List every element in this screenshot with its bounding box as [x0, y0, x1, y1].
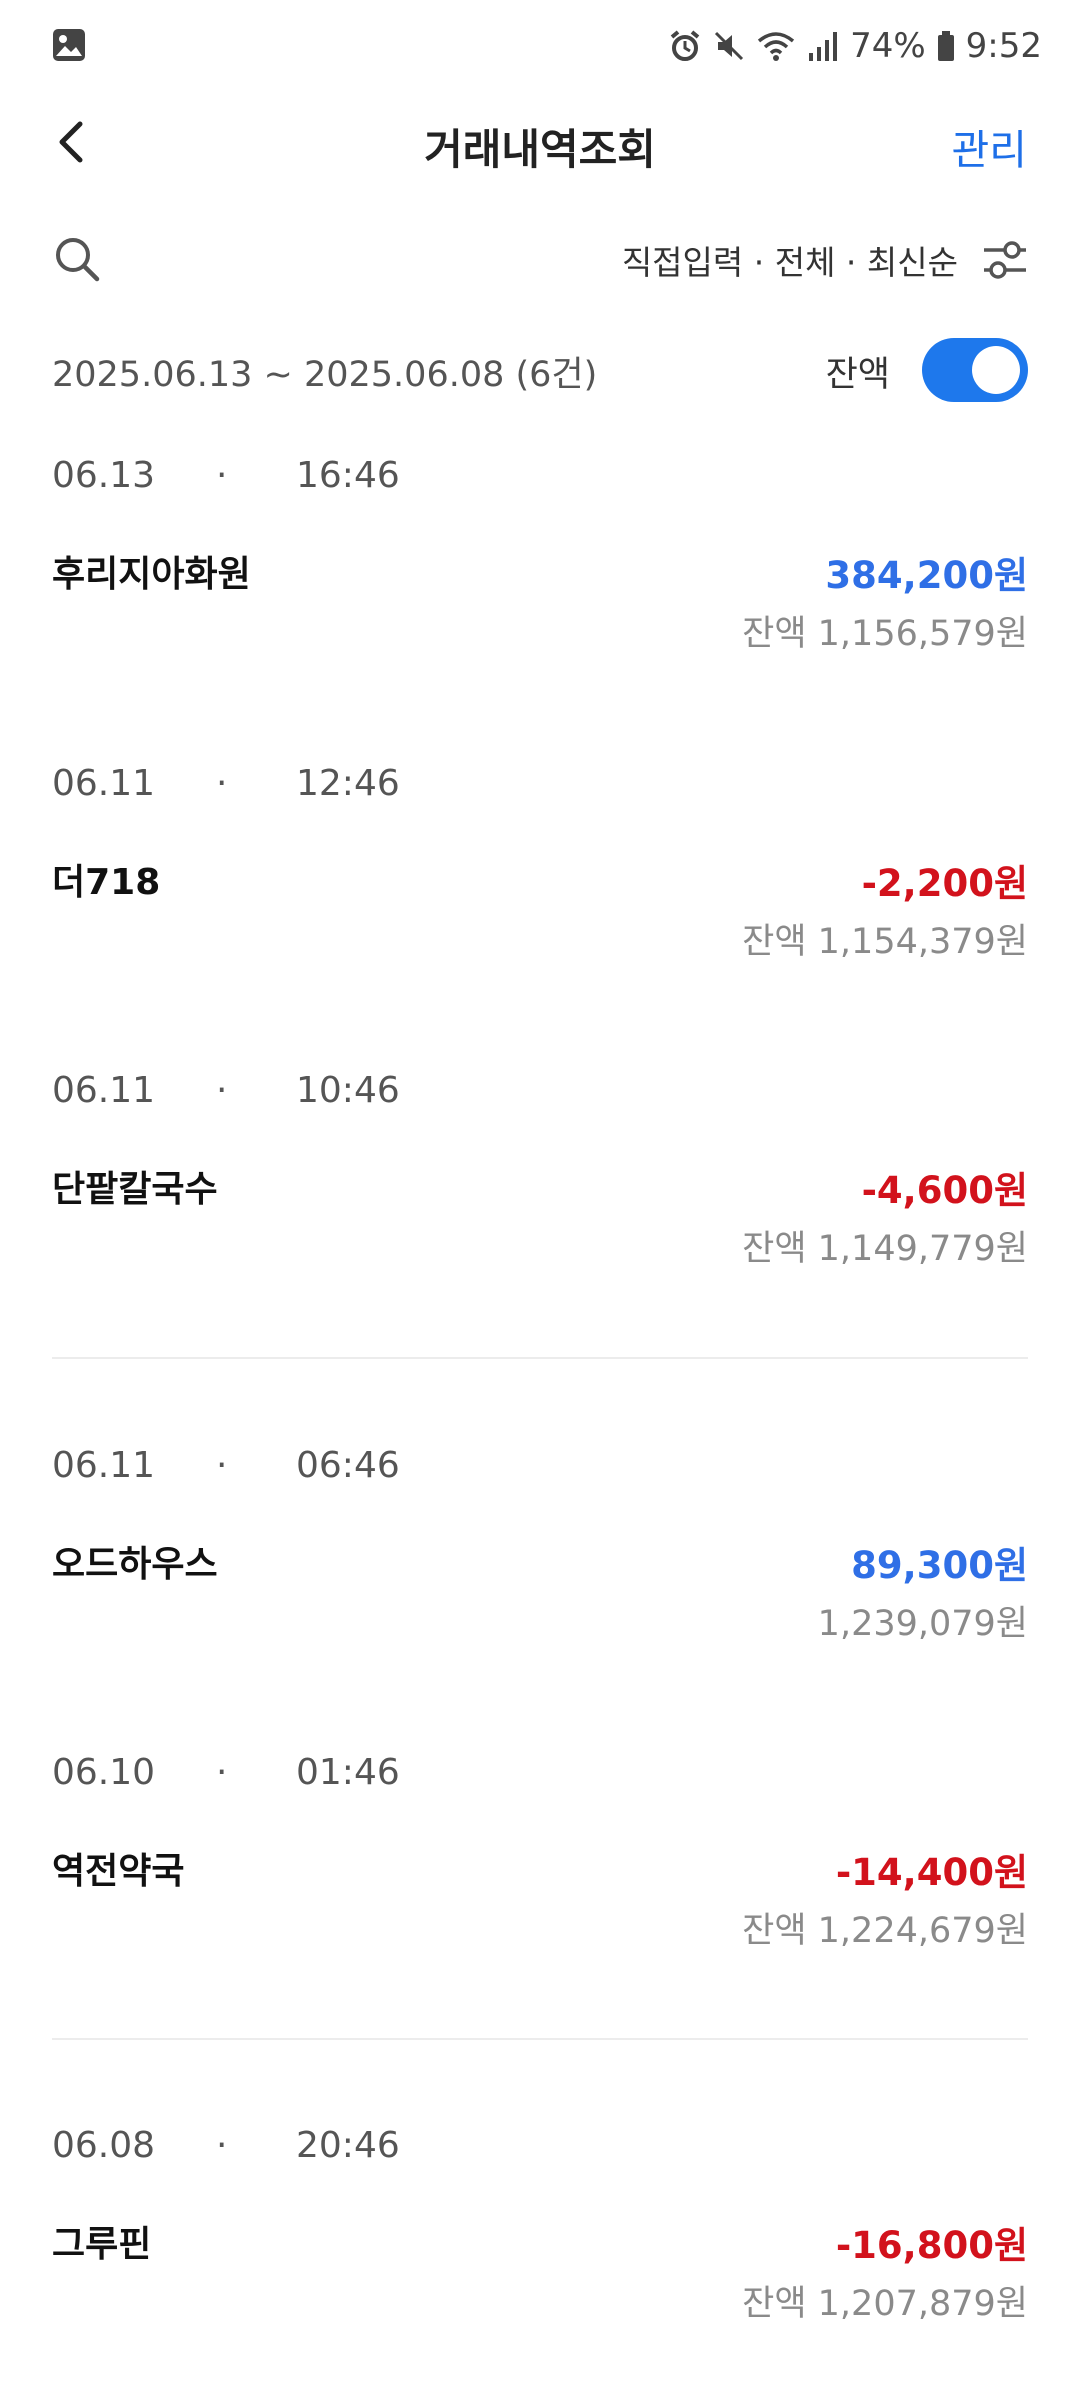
transaction-amount: -4,600원 — [861, 1169, 1028, 1212]
status-bar: 74% 9:52 — [0, 0, 1080, 92]
merchant-name: 단팥칼국수 — [52, 1169, 218, 1210]
transaction-item[interactable]: 06.11 · 06:46 오드하우스 89,300원 1,239,079원 — [0, 1445, 1080, 1705]
signal-icon — [806, 29, 840, 63]
balance-toggle-label: 잔액 — [825, 355, 890, 395]
transaction-amount: -16,800원 — [835, 2224, 1028, 2267]
separator-dot: · — [216, 763, 228, 804]
balance-after: 1,239,079원 — [817, 1604, 1028, 1644]
merchant-name: 더718 — [52, 862, 161, 903]
transaction-date: 06.10 — [52, 1752, 156, 1793]
manage-button[interactable]: 관리 — [952, 116, 1027, 176]
transaction-time: 20:46 — [296, 2125, 400, 2166]
transaction-date: 06.11 — [52, 763, 156, 804]
divider — [52, 2038, 1028, 2040]
merchant-name: 오드하우스 — [52, 1544, 218, 1585]
merchant-name: 역전약국 — [52, 1851, 185, 1892]
transaction-time: 06:46 — [296, 1445, 400, 1486]
separator-dot: · — [216, 1070, 228, 1111]
mute-icon — [712, 29, 746, 63]
balance-after: 잔액 1,207,879원 — [742, 2284, 1028, 2324]
divider — [52, 1357, 1028, 1359]
gallery-icon — [52, 28, 86, 66]
filter-sliders-icon[interactable] — [982, 238, 1028, 286]
transaction-time: 01:46 — [296, 1752, 400, 1793]
transaction-item[interactable]: 06.10 · 01:46 역전약국 -14,400원 잔액 1,224,679… — [0, 1752, 1080, 2012]
page-title: 거래내역조회 — [424, 125, 656, 174]
separator-dot: · — [216, 2125, 228, 2166]
search-icon[interactable] — [52, 234, 102, 288]
toggle-knob — [972, 346, 1020, 394]
transaction-amount: 89,300원 — [851, 1544, 1028, 1587]
alarm-icon — [668, 29, 702, 63]
transaction-item[interactable]: 06.13 · 16:46 후리지아화원 384,200원 잔액 1,156,5… — [0, 455, 1080, 715]
balance-after: 잔액 1,154,379원 — [742, 922, 1028, 962]
separator-dot: · — [216, 455, 228, 496]
merchant-name: 그루핀 — [52, 2224, 152, 2265]
transaction-time: 16:46 — [296, 455, 400, 496]
transaction-time: 10:46 — [296, 1070, 400, 1111]
transaction-date: 06.11 — [52, 1070, 156, 1111]
clock: 9:52 — [965, 26, 1042, 66]
balance-after: 잔액 1,224,679원 — [742, 1911, 1028, 1951]
transaction-item[interactable]: 06.11 · 12:46 더718 -2,200원 잔액 1,154,379원 — [0, 763, 1080, 1023]
battery-percent: 74% — [850, 26, 926, 66]
date-range-row: 2025.06.13 ~ 2025.06.08 (6건) 잔액 — [0, 330, 1080, 410]
balance-after: 잔액 1,156,579원 — [742, 614, 1028, 654]
separator-dot: · — [216, 1445, 228, 1486]
battery-icon — [936, 29, 956, 63]
date-range: 2025.06.13 ~ 2025.06.08 (6건) — [52, 355, 598, 395]
transaction-time: 12:46 — [296, 763, 400, 804]
balance-after: 잔액 1,149,779원 — [742, 1229, 1028, 1269]
transaction-date: 06.11 — [52, 1445, 156, 1486]
separator-dot: · — [216, 1752, 228, 1793]
balance-toggle[interactable] — [922, 338, 1028, 402]
transaction-date: 06.08 — [52, 2125, 156, 2166]
transaction-amount: -2,200원 — [861, 862, 1028, 905]
transaction-amount: -14,400원 — [835, 1851, 1028, 1894]
transaction-amount: 384,200원 — [825, 554, 1028, 597]
wifi-icon — [756, 29, 796, 63]
filter-row: 직접입력 · 전체 · 최신순 — [0, 222, 1080, 298]
transaction-item[interactable]: 06.08 · 20:46 그루핀 -16,800원 잔액 1,207,879원 — [0, 2125, 1080, 2385]
merchant-name: 후리지아화원 — [52, 554, 251, 595]
transaction-item[interactable]: 06.11 · 10:46 단팥칼국수 -4,600원 잔액 1,149,779… — [0, 1070, 1080, 1330]
transaction-date: 06.13 — [52, 455, 156, 496]
filter-summary[interactable]: 직접입력 · 전체 · 최신순 — [622, 236, 958, 284]
app-header: 거래내역조회 관리 — [0, 92, 1080, 192]
